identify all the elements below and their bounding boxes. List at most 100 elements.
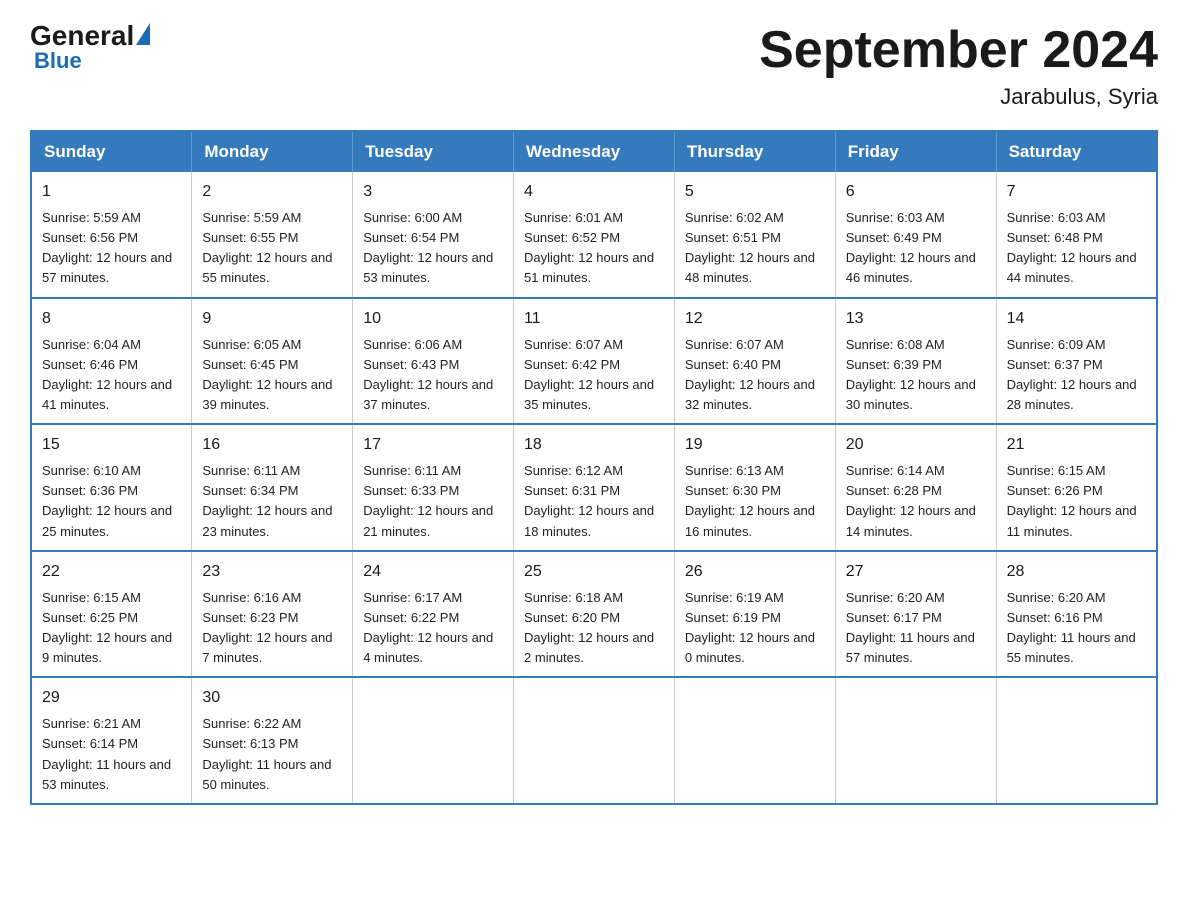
day-info: Sunrise: 6:17 AMSunset: 6:22 PMDaylight:… [363,588,503,669]
calendar-cell: 11 Sunrise: 6:07 AMSunset: 6:42 PMDayligh… [514,298,675,425]
calendar-cell [996,677,1157,804]
calendar-cell: 7 Sunrise: 6:03 AMSunset: 6:48 PMDaylight… [996,172,1157,298]
day-number: 11 [524,307,664,331]
page-header: General Blue September 2024 Jarabulus, S… [30,20,1158,110]
day-info: Sunrise: 6:07 AMSunset: 6:42 PMDaylight:… [524,335,664,416]
calendar-cell: 20 Sunrise: 6:14 AMSunset: 6:28 PMDayligh… [835,424,996,551]
calendar-table: SundayMondayTuesdayWednesdayThursdayFrid… [30,130,1158,805]
calendar-cell: 25 Sunrise: 6:18 AMSunset: 6:20 PMDayligh… [514,551,675,678]
day-info: Sunrise: 6:07 AMSunset: 6:40 PMDaylight:… [685,335,825,416]
day-number: 5 [685,180,825,204]
day-number: 3 [363,180,503,204]
calendar-cell: 15 Sunrise: 6:10 AMSunset: 6:36 PMDayligh… [31,424,192,551]
day-info: Sunrise: 6:04 AMSunset: 6:46 PMDaylight:… [42,335,181,416]
calendar-cell [674,677,835,804]
day-number: 16 [202,433,342,457]
calendar-cell: 12 Sunrise: 6:07 AMSunset: 6:40 PMDayligh… [674,298,835,425]
day-info: Sunrise: 6:00 AMSunset: 6:54 PMDaylight:… [363,208,503,289]
day-info: Sunrise: 6:16 AMSunset: 6:23 PMDaylight:… [202,588,342,669]
day-info: Sunrise: 6:10 AMSunset: 6:36 PMDaylight:… [42,461,181,542]
calendar-cell: 17 Sunrise: 6:11 AMSunset: 6:33 PMDayligh… [353,424,514,551]
title-block: September 2024 Jarabulus, Syria [759,20,1158,110]
day-info: Sunrise: 6:20 AMSunset: 6:17 PMDaylight:… [846,588,986,669]
day-info: Sunrise: 6:19 AMSunset: 6:19 PMDaylight:… [685,588,825,669]
calendar-cell: 5 Sunrise: 6:02 AMSunset: 6:51 PMDaylight… [674,172,835,298]
day-number: 27 [846,560,986,584]
day-number: 7 [1007,180,1146,204]
col-header-tuesday: Tuesday [353,131,514,172]
day-info: Sunrise: 6:03 AMSunset: 6:49 PMDaylight:… [846,208,986,289]
col-header-sunday: Sunday [31,131,192,172]
day-number: 2 [202,180,342,204]
calendar-cell: 1Sunrise: 5:59 AMSunset: 6:56 PMDaylight… [31,172,192,298]
day-number: 26 [685,560,825,584]
calendar-cell: 23Sunrise: 6:16 AMSunset: 6:23 PMDayligh… [192,551,353,678]
calendar-cell: 8 Sunrise: 6:04 AMSunset: 6:46 PMDaylight… [31,298,192,425]
day-info: Sunrise: 6:08 AMSunset: 6:39 PMDaylight:… [846,335,986,416]
day-number: 9 [202,307,342,331]
day-number: 21 [1007,433,1146,457]
day-number: 25 [524,560,664,584]
calendar-cell: 28 Sunrise: 6:20 AMSunset: 6:16 PMDayligh… [996,551,1157,678]
day-info: Sunrise: 6:06 AMSunset: 6:43 PMDaylight:… [363,335,503,416]
day-info: Sunrise: 6:11 AMSunset: 6:33 PMDaylight:… [363,461,503,542]
calendar-cell: 16Sunrise: 6:11 AMSunset: 6:34 PMDayligh… [192,424,353,551]
calendar-cell [514,677,675,804]
day-number: 8 [42,307,181,331]
day-number: 1 [42,180,181,204]
day-info: Sunrise: 6:13 AMSunset: 6:30 PMDaylight:… [685,461,825,542]
calendar-cell: 4 Sunrise: 6:01 AMSunset: 6:52 PMDaylight… [514,172,675,298]
day-number: 28 [1007,560,1146,584]
calendar-cell: 6 Sunrise: 6:03 AMSunset: 6:49 PMDaylight… [835,172,996,298]
logo-blue: Blue [34,48,150,74]
day-number: 19 [685,433,825,457]
day-info: Sunrise: 6:03 AMSunset: 6:48 PMDaylight:… [1007,208,1146,289]
day-number: 20 [846,433,986,457]
col-header-monday: Monday [192,131,353,172]
day-number: 18 [524,433,664,457]
calendar-cell: 18 Sunrise: 6:12 AMSunset: 6:31 PMDayligh… [514,424,675,551]
day-info: Sunrise: 6:12 AMSunset: 6:31 PMDaylight:… [524,461,664,542]
calendar-cell: 30Sunrise: 6:22 AMSunset: 6:13 PMDayligh… [192,677,353,804]
day-info: Sunrise: 6:20 AMSunset: 6:16 PMDaylight:… [1007,588,1146,669]
calendar-week-row: 29 Sunrise: 6:21 AMSunset: 6:14 PMDayligh… [31,677,1157,804]
day-info: Sunrise: 6:14 AMSunset: 6:28 PMDaylight:… [846,461,986,542]
calendar-week-row: 22 Sunrise: 6:15 AMSunset: 6:25 PMDayligh… [31,551,1157,678]
logo: General Blue [30,20,150,74]
day-number: 29 [42,686,181,710]
day-info: Sunrise: 6:02 AMSunset: 6:51 PMDaylight:… [685,208,825,289]
day-number: 15 [42,433,181,457]
day-number: 6 [846,180,986,204]
day-number: 14 [1007,307,1146,331]
calendar-cell [353,677,514,804]
calendar-cell: 24Sunrise: 6:17 AMSunset: 6:22 PMDayligh… [353,551,514,678]
col-header-wednesday: Wednesday [514,131,675,172]
logo-triangle-icon [136,23,150,45]
day-info: Sunrise: 6:18 AMSunset: 6:20 PMDaylight:… [524,588,664,669]
day-number: 17 [363,433,503,457]
calendar-cell: 27 Sunrise: 6:20 AMSunset: 6:17 PMDayligh… [835,551,996,678]
day-number: 10 [363,307,503,331]
calendar-cell: 10 Sunrise: 6:06 AMSunset: 6:43 PMDayligh… [353,298,514,425]
calendar-cell: 21Sunrise: 6:15 AMSunset: 6:26 PMDayligh… [996,424,1157,551]
day-number: 22 [42,560,181,584]
day-info: Sunrise: 6:15 AMSunset: 6:25 PMDaylight:… [42,588,181,669]
calendar-cell: 3 Sunrise: 6:00 AMSunset: 6:54 PMDaylight… [353,172,514,298]
calendar-cell: 9Sunrise: 6:05 AMSunset: 6:45 PMDaylight… [192,298,353,425]
day-number: 4 [524,180,664,204]
day-number: 30 [202,686,342,710]
day-number: 13 [846,307,986,331]
day-info: Sunrise: 6:21 AMSunset: 6:14 PMDaylight:… [42,714,181,795]
calendar-cell: 22 Sunrise: 6:15 AMSunset: 6:25 PMDayligh… [31,551,192,678]
location: Jarabulus, Syria [759,84,1158,110]
day-number: 12 [685,307,825,331]
calendar-cell: 19 Sunrise: 6:13 AMSunset: 6:30 PMDayligh… [674,424,835,551]
day-info: Sunrise: 6:01 AMSunset: 6:52 PMDaylight:… [524,208,664,289]
col-header-thursday: Thursday [674,131,835,172]
calendar-header-row: SundayMondayTuesdayWednesdayThursdayFrid… [31,131,1157,172]
day-info: Sunrise: 6:09 AMSunset: 6:37 PMDaylight:… [1007,335,1146,416]
col-header-friday: Friday [835,131,996,172]
calendar-cell: 13 Sunrise: 6:08 AMSunset: 6:39 PMDayligh… [835,298,996,425]
calendar-week-row: 8 Sunrise: 6:04 AMSunset: 6:46 PMDaylight… [31,298,1157,425]
calendar-cell: 26 Sunrise: 6:19 AMSunset: 6:19 PMDayligh… [674,551,835,678]
